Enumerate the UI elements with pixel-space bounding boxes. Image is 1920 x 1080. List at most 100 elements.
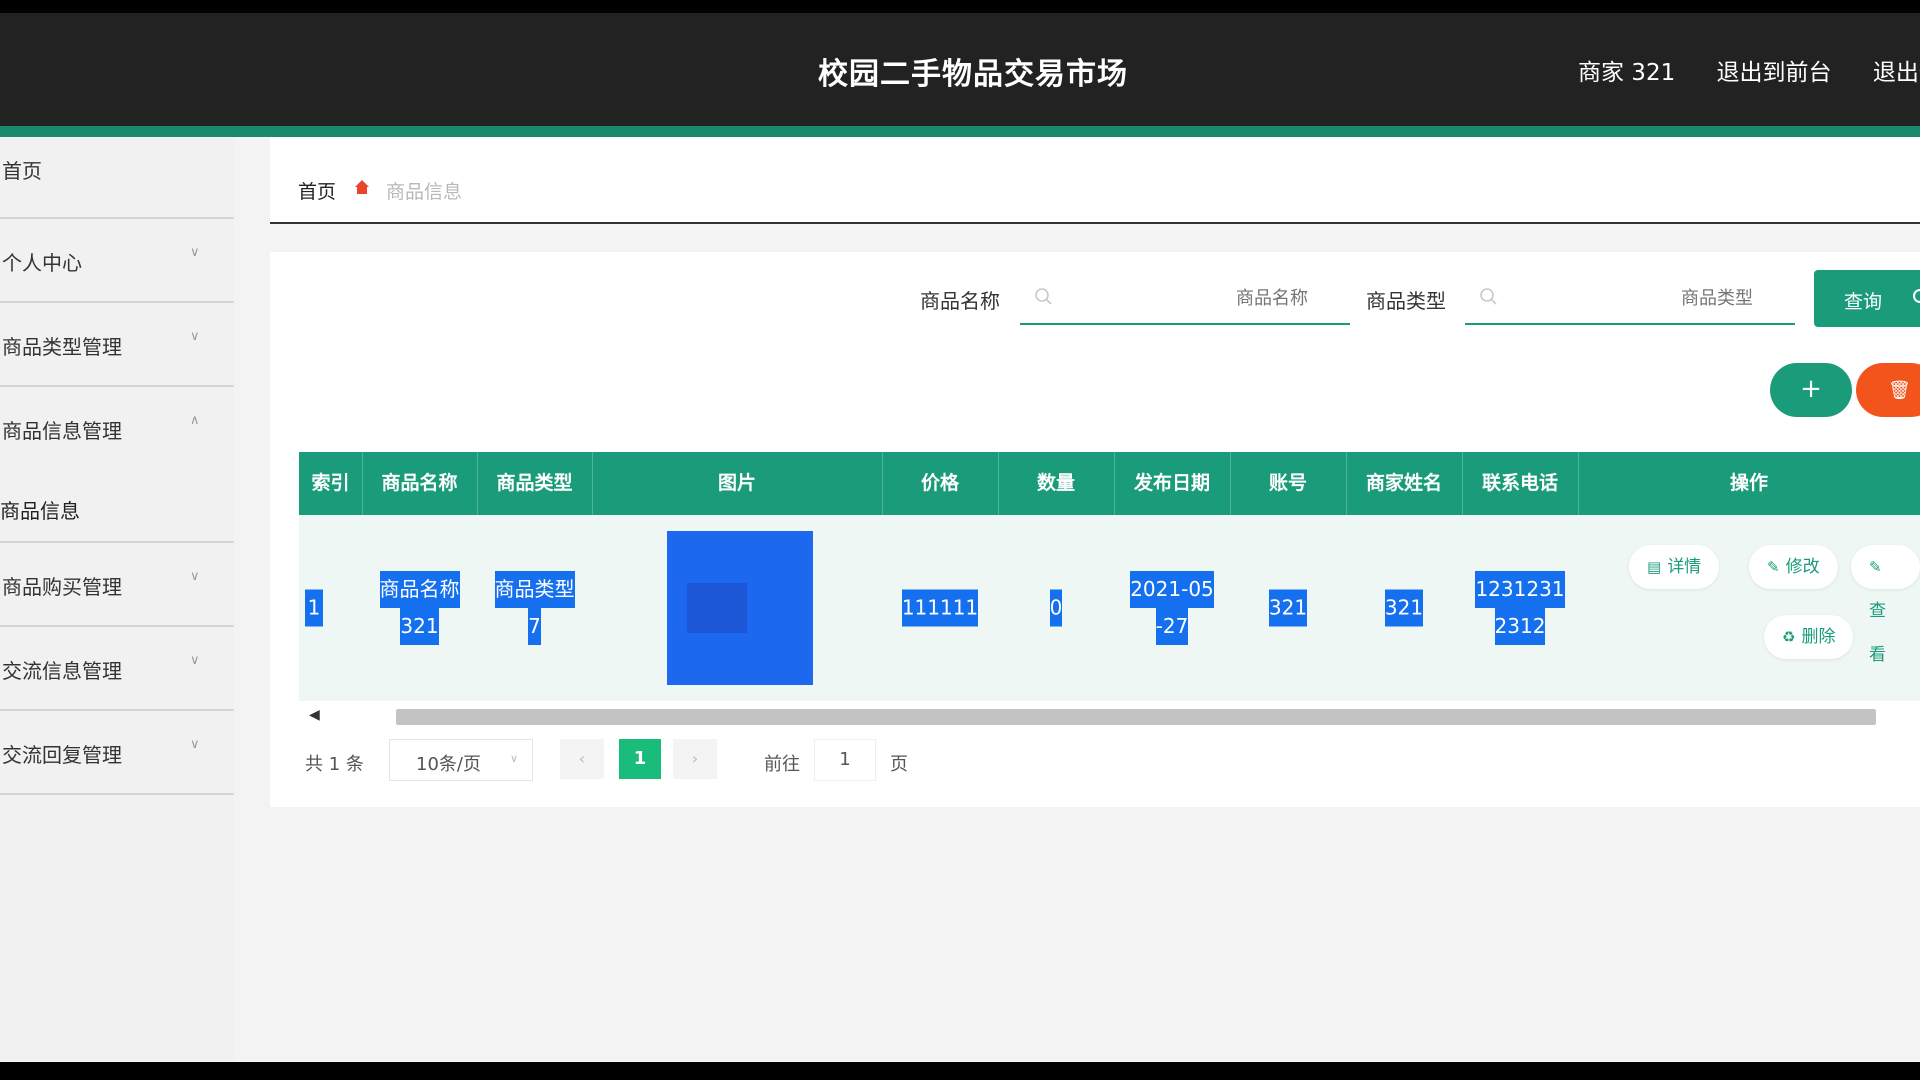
logout-link[interactable]: 退出登录 <box>1873 60 1920 86</box>
cell-phone-line2: 2312 <box>1494 608 1546 645</box>
sidebar-item-label: 交流回复管理 <box>2 743 122 767</box>
goto-page-input[interactable]: 1 <box>814 739 876 781</box>
col-index: 索引 <box>299 452 363 515</box>
chevron-down-icon: ∨ <box>190 329 200 344</box>
cell-quantity: 0 <box>998 515 1114 701</box>
to-front-link[interactable]: 退出到前台 <box>1717 60 1832 86</box>
cell-price-value: 111111 <box>901 589 979 627</box>
sidebar-item-label: 商品类型管理 <box>2 335 122 359</box>
cell-price: 111111 <box>882 515 998 701</box>
goods-name-input[interactable] <box>1106 287 1310 310</box>
cell-phone-line1: 1231231 <box>1475 571 1565 608</box>
page-size-value: 10条/页 <box>416 754 481 775</box>
breadcrumb-home[interactable]: 首页 <box>298 177 336 204</box>
col-account: 账号 <box>1230 452 1347 515</box>
col-quantity: 数量 <box>998 452 1115 515</box>
app-screen: 校园二手物品交易市场 商家 321 退出到前台 退出登录 首页 个人中心 ∨ 商… <box>0 13 1920 1062</box>
current-user: 商家 321 <box>1578 60 1676 86</box>
cell-index: 1 <box>299 515 329 701</box>
chevron-up-icon: ∧ <box>190 413 200 428</box>
cell-date-line2: -27 <box>1155 608 1189 645</box>
chevron-down-icon: ∨ <box>190 653 200 668</box>
sidebar-item-reply-manage[interactable]: 交流回复管理 ∨ <box>0 711 234 795</box>
sidebar-item-purchase-manage[interactable]: 商品购买管理 ∨ <box>0 543 234 627</box>
document-icon: ▤ <box>1647 558 1662 576</box>
search-icon <box>1035 288 1052 305</box>
cell-quantity-value: 0 <box>1049 589 1063 627</box>
header-right: 商家 321 退出到前台 退出登录 <box>1578 53 1920 87</box>
col-ops: 操作 <box>1729 472 1768 494</box>
cell-merchant-value: 321 <box>1384 589 1424 627</box>
sidebar-item-goods-manage[interactable]: 商品信息管理 ∧ <box>0 387 234 469</box>
cell-index-value: 1 <box>304 589 324 627</box>
chevron-down-icon: ∨ <box>190 245 200 260</box>
delete-button[interactable]: ♻ 删除 <box>1764 615 1854 659</box>
search-icon <box>1480 288 1497 305</box>
goods-name-label: 商品名称 <box>920 289 1000 313</box>
pagination-total: 共 1 条 <box>305 754 364 775</box>
query-button[interactable]: 查询 <box>1814 270 1920 327</box>
pencil-icon: ✎ <box>1767 558 1780 576</box>
sidebar-item-message-manage[interactable]: 交流信息管理 ∨ <box>0 627 234 711</box>
header-stripe <box>0 126 1920 137</box>
trash-icon: ♻ <box>1782 628 1796 646</box>
main-content: 首页 商品信息 商品名称 商品类型 查询 <box>270 137 1920 1062</box>
sidebar-item-label: 商品信息管理 <box>2 419 122 443</box>
goods-type-search[interactable] <box>1465 271 1795 325</box>
pagination: 共 1 条 10条/页 ∨ ‹ 1 › 前往 1 页 <box>299 737 1299 785</box>
col-name: 商品名称 <box>362 452 478 515</box>
view-button-label: 查看 <box>1869 601 1886 665</box>
view-button[interactable]: ✎ 查看 <box>1851 545 1920 665</box>
add-button[interactable]: + <box>1770 363 1852 417</box>
goods-name-search[interactable] <box>1020 271 1350 325</box>
next-page-button[interactable]: › <box>673 739 717 779</box>
chevron-down-icon: ∨ <box>190 569 200 584</box>
cell-type: 商品类型 7 <box>477 515 592 701</box>
col-merchant: 商家姓名 <box>1346 452 1463 515</box>
prev-page-button[interactable]: ‹ <box>560 739 604 779</box>
col-type: 商品类型 <box>477 452 593 515</box>
detail-button[interactable]: ▤ 详情 <box>1629 545 1720 589</box>
col-phone: 联系电话 <box>1462 452 1579 515</box>
detail-button-label: 详情 <box>1667 557 1702 577</box>
home-icon <box>355 180 369 194</box>
edit-button-label: 修改 <box>1785 557 1820 577</box>
search-icon <box>1913 289 1920 303</box>
pencil-icon: ✎ <box>1869 558 1882 576</box>
cell-account: 321 <box>1230 515 1346 701</box>
chevron-down-icon: ∨ <box>510 752 519 765</box>
chevron-down-icon: ∨ <box>190 737 200 752</box>
edit-button[interactable]: ✎ 修改 <box>1749 545 1838 589</box>
horizontal-scrollbar[interactable]: ◀ <box>299 704 1920 728</box>
col-price: 价格 <box>882 452 999 515</box>
table-row: 1 商品名称 321 商品类型 7 111111 0 2021-05 -27 3… <box>299 515 1920 701</box>
scrollbar-thumb[interactable] <box>396 709 1876 725</box>
cell-type-line1: 商品类型 <box>494 571 575 608</box>
cell-date: 2021-05 -27 <box>1114 515 1230 701</box>
sidebar-item-category-manage[interactable]: 商品类型管理 ∨ <box>0 303 234 387</box>
cell-name-line1: 商品名称 <box>379 571 460 608</box>
goods-image[interactable] <box>667 531 813 685</box>
col-image: 图片 <box>592 452 883 515</box>
cell-merchant: 321 <box>1346 515 1462 701</box>
page-unit-label: 页 <box>890 754 908 775</box>
batch-delete-button[interactable]: 🗑 <box>1856 363 1920 417</box>
sidebar-item-label: 首页 <box>2 159 42 183</box>
sidebar-item-label: 个人中心 <box>2 251 82 275</box>
page-number-current[interactable]: 1 <box>619 739 661 779</box>
sidebar: 首页 个人中心 ∨ 商品类型管理 ∨ 商品信息管理 ∧ 商品信息 商品购买管理 … <box>0 137 234 1062</box>
breadcrumb-current: 商品信息 <box>386 181 463 203</box>
page-size-select[interactable]: 10条/页 ∨ <box>389 739 533 781</box>
goods-type-input[interactable] <box>1551 287 1755 310</box>
cell-name-line2: 321 <box>400 608 439 645</box>
sidebar-item-home[interactable]: 首页 <box>0 137 234 219</box>
trash-icon: 🗑 <box>1888 380 1911 401</box>
scroll-left-icon[interactable]: ◀ <box>309 707 320 723</box>
sidebar-subitem-goods-info[interactable]: 商品信息 <box>0 469 234 543</box>
cell-name: 商品名称 321 <box>362 515 477 701</box>
sidebar-item-personal-center[interactable]: 个人中心 ∨ <box>0 219 234 303</box>
cell-account-value: 321 <box>1268 589 1308 627</box>
table-header: 索引 商品名称 商品类型 图片 价格 数量 发布日期 账号 商家姓名 联系电话 … <box>299 452 1920 515</box>
sidebar-item-label: 交流信息管理 <box>2 659 122 683</box>
goods-type-label: 商品类型 <box>1366 289 1446 313</box>
